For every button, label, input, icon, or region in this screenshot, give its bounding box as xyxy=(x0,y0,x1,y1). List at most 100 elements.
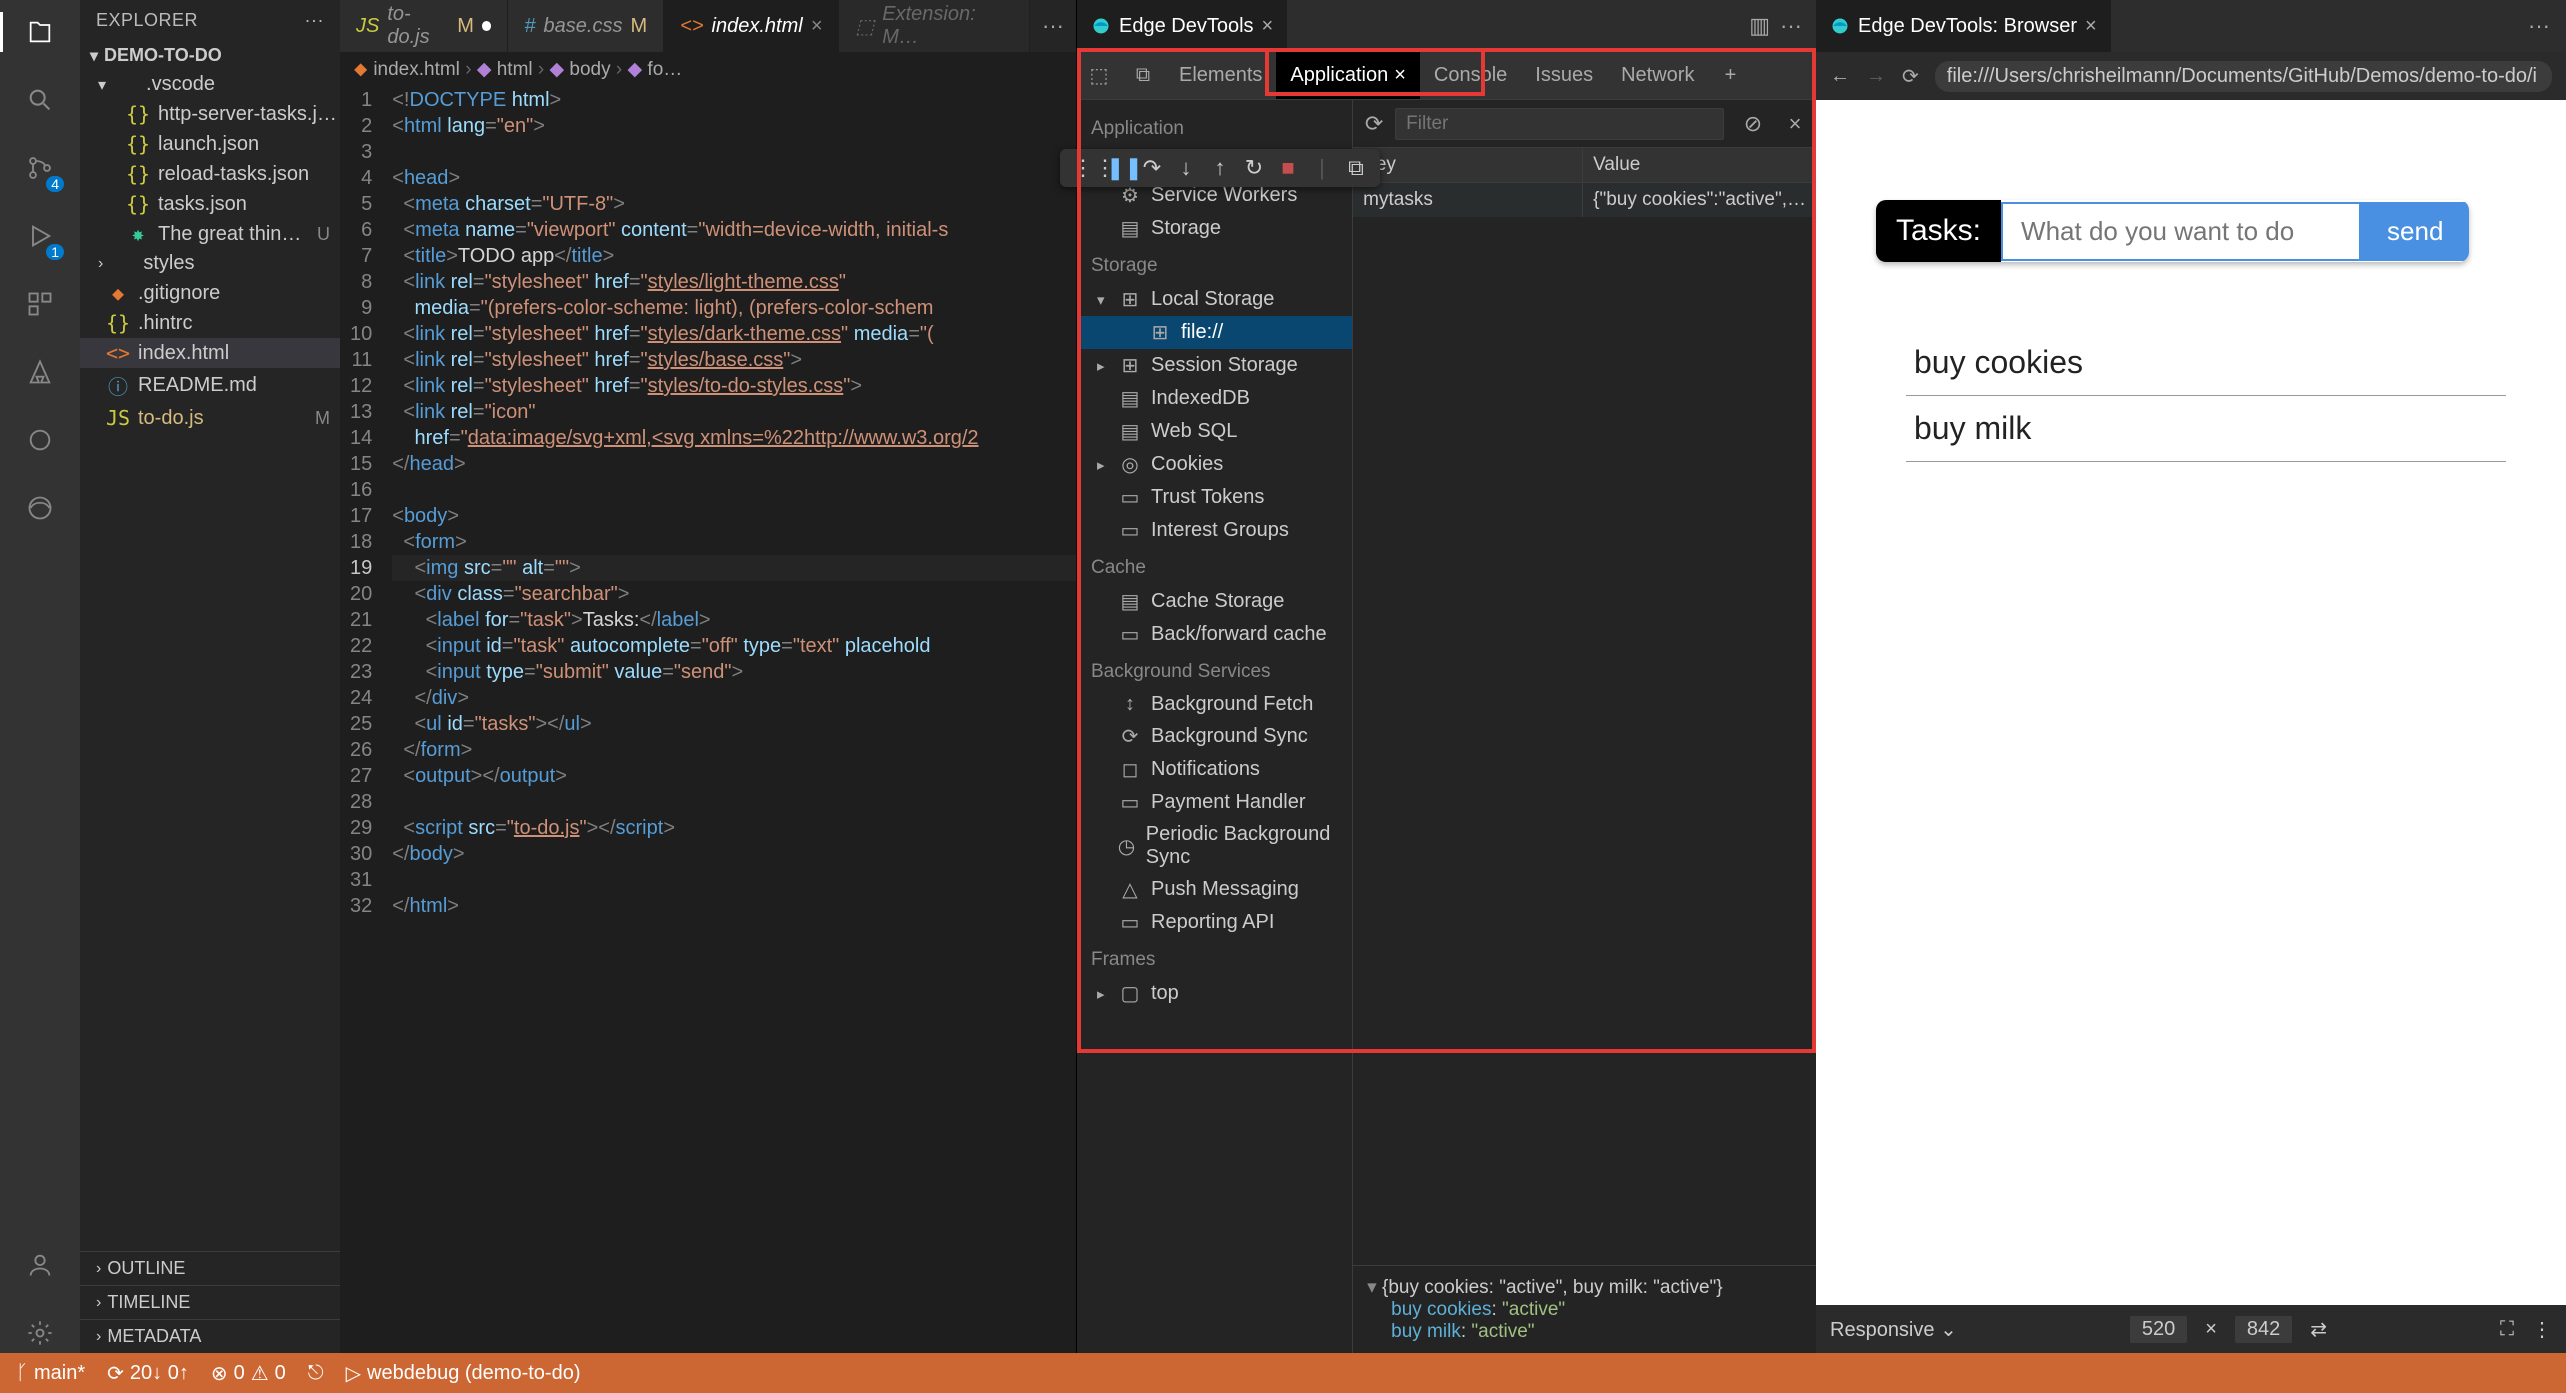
editor-tab[interactable]: ⬚Extension: M… xyxy=(839,0,1030,52)
send-button[interactable]: send xyxy=(2361,202,2469,261)
file-tree-item[interactable]: ◆.gitignore xyxy=(80,278,340,308)
devtools-tree-item[interactable]: ▸◎Cookies xyxy=(1077,448,1352,481)
add-tab-icon[interactable]: + xyxy=(1708,64,1752,87)
devtools-tree-item[interactable]: ▭Back/forward cache xyxy=(1077,618,1352,651)
breadcrumbs[interactable]: ⬥ index.html › ◆ html › ◆ body › ◆ fo… xyxy=(340,52,1076,87)
file-tree-item[interactable]: {}launch.json xyxy=(80,129,340,159)
devtools-tab-network[interactable]: Network xyxy=(1607,52,1708,99)
editor-tab[interactable]: JSto-do.jsM xyxy=(340,0,508,52)
responsive-dropdown[interactable]: Responsive ⌄ xyxy=(1830,1317,1957,1342)
close-icon[interactable]: × xyxy=(1394,64,1406,87)
file-tree-item[interactable]: JSto-do.jsM xyxy=(80,403,340,433)
editor-tab[interactable]: <>index.html× xyxy=(664,0,839,52)
devtools-tree-item[interactable]: ▤Cache Storage xyxy=(1077,585,1352,618)
file-tree-item[interactable]: {}http-server-tasks.j…U xyxy=(80,99,340,129)
url-field[interactable]: file:///Users/chrisheilmann/Documents/Gi… xyxy=(1935,61,2552,92)
devtools-tree-item[interactable]: ⟳Background Sync xyxy=(1077,720,1352,753)
file-tree-item[interactable]: <>index.html xyxy=(80,338,340,368)
split-layout-icon[interactable]: ▥ xyxy=(1749,13,1770,39)
devtools-tab[interactable]: Edge DevTools × xyxy=(1077,0,1287,52)
storage-row[interactable]: mytasks{"buy cookies":"active",… xyxy=(1353,183,1816,217)
debug-stepin-icon[interactable]: ↓ xyxy=(1174,155,1198,181)
debug-toolbar[interactable]: ⋮⋮ ❚❚ ↷ ↓ ↑ ↻ ■ | ⧉ xyxy=(1060,149,1380,187)
scm-icon[interactable]: 4 xyxy=(20,148,60,188)
file-tree-item[interactable]: {}reload-tasks.json xyxy=(80,159,340,189)
devtools-tree-item[interactable]: ▸⊞Session Storage xyxy=(1077,349,1352,382)
outline-section[interactable]: ›OUTLINE xyxy=(80,1251,340,1285)
devtools-tree-item[interactable]: ▭Trust Tokens xyxy=(1077,481,1352,514)
close-icon[interactable]: × xyxy=(2085,15,2097,38)
file-tree-item[interactable]: ✸The great thin…U xyxy=(80,219,340,249)
rotate-icon[interactable]: ⇄ xyxy=(2310,1317,2327,1342)
problems-status[interactable]: ⊗ 0 ⚠ 0 xyxy=(211,1361,286,1386)
task-item[interactable]: buy milk xyxy=(1906,396,2506,462)
viewport-width[interactable]: 520 xyxy=(2130,1316,2187,1343)
search-icon[interactable] xyxy=(20,80,60,120)
inspect-icon[interactable]: ⬚ xyxy=(1077,63,1121,88)
browser-viewport[interactable]: Tasks: send buy cookiesbuy milk xyxy=(1816,100,2566,1305)
viewport-height[interactable]: 842 xyxy=(2235,1316,2292,1343)
devtools-tree-item[interactable]: ⊞file:// xyxy=(1077,316,1352,349)
devtools-tab-console[interactable]: Console xyxy=(1420,52,1521,99)
devtools-more-icon[interactable]: ⋮ xyxy=(2532,1317,2552,1342)
browser-tab[interactable]: Edge DevTools: Browser × xyxy=(1816,0,2111,52)
timeline-section[interactable]: ›TIMELINE xyxy=(80,1285,340,1319)
forward-icon[interactable]: → xyxy=(1866,65,1886,88)
file-tree-item[interactable]: ▾.vscode xyxy=(80,70,340,99)
debug-drag-icon[interactable]: ⋮⋮ xyxy=(1072,155,1096,181)
debug-icon[interactable]: 1 xyxy=(20,216,60,256)
refresh-icon[interactable]: ⟳ xyxy=(1353,111,1395,137)
device-icon[interactable]: ⧉ xyxy=(1121,64,1165,87)
explorer-icon[interactable] xyxy=(20,12,60,52)
devtools-tab-issues[interactable]: Issues xyxy=(1521,52,1607,99)
debug-stop-icon[interactable]: ■ xyxy=(1276,155,1300,181)
file-tree-item[interactable]: {}tasks.json xyxy=(80,189,340,219)
close-icon[interactable]: × xyxy=(811,15,823,38)
devtools-tree-item[interactable]: ▭Payment Handler xyxy=(1077,786,1352,819)
devtools-tree-item[interactable]: ▤Storage xyxy=(1077,212,1352,245)
devtools-tab-elements[interactable]: Elements xyxy=(1165,52,1276,99)
file-tree-item[interactable]: ›styles xyxy=(80,249,340,278)
close-panel-icon[interactable]: × xyxy=(1774,111,1816,137)
task-input[interactable] xyxy=(2001,202,2361,261)
metadata-section[interactable]: ›METADATA xyxy=(80,1319,340,1353)
devtools-tree-item[interactable]: ▭Reporting API xyxy=(1077,906,1352,939)
debug-pause-icon[interactable]: ❚❚ xyxy=(1106,155,1130,181)
more-icon[interactable]: ··· xyxy=(1042,13,1064,39)
devtools-tree-item[interactable]: ↕Background Fetch xyxy=(1077,689,1352,720)
devtools-tree-item[interactable]: ◷Periodic Background Sync xyxy=(1077,819,1352,873)
devtools-tab-application[interactable]: Application × xyxy=(1276,52,1420,99)
settings-icon[interactable] xyxy=(20,1313,60,1353)
devtools-tree-item[interactable]: ▤Web SQL xyxy=(1077,415,1352,448)
remote-icon[interactable] xyxy=(20,420,60,460)
azure-icon[interactable] xyxy=(20,352,60,392)
filter-input[interactable] xyxy=(1395,108,1724,140)
debug-status[interactable]: ▷ webdebug (demo-to-do) xyxy=(346,1361,581,1386)
project-header[interactable]: ▾DEMO-TO-DO xyxy=(80,41,340,70)
edge-icon[interactable] xyxy=(20,488,60,528)
debug-screenshot-icon[interactable]: ⧉ xyxy=(1344,155,1368,181)
debug-stepover-icon[interactable]: ↷ xyxy=(1140,155,1164,181)
debug-stepout-icon[interactable]: ↑ xyxy=(1208,155,1232,181)
sync-status[interactable]: ⟳ 20↓ 0↑ xyxy=(107,1361,189,1386)
file-tree-item[interactable]: ⓘREADME.md xyxy=(80,368,340,403)
branch-status[interactable]: ᚴ main* xyxy=(16,1362,85,1385)
close-icon[interactable]: × xyxy=(1262,15,1274,38)
code-editor[interactable]: 1234567891011121314151617181920212223242… xyxy=(340,87,1076,1353)
devtools-tree-item[interactable]: ▾⊞Local Storage xyxy=(1077,283,1352,316)
debug-restart-icon[interactable]: ↻ xyxy=(1242,155,1266,181)
back-icon[interactable]: ← xyxy=(1830,65,1850,88)
devtools-tree-item[interactable]: ▭Interest Groups xyxy=(1077,514,1352,547)
devtools-tree-item[interactable]: △Push Messaging xyxy=(1077,873,1352,906)
account-icon[interactable] xyxy=(20,1245,60,1285)
editor-tab[interactable]: #base.cssM xyxy=(508,0,664,52)
task-item[interactable]: buy cookies xyxy=(1906,330,2506,396)
ports-icon[interactable]: ⎋ xyxy=(308,1362,324,1385)
extensions-icon[interactable] xyxy=(20,284,60,324)
reload-icon[interactable]: ⟳ xyxy=(1902,64,1919,89)
more-icon[interactable]: ··· xyxy=(1780,13,1802,39)
sidebar-more-icon[interactable]: ··· xyxy=(305,10,324,31)
file-tree-item[interactable]: {}.hintrc xyxy=(80,308,340,338)
screenshot-icon[interactable]: ⛶ xyxy=(2500,1318,2514,1341)
devtools-tree-item[interactable]: ▤IndexedDB xyxy=(1077,382,1352,415)
